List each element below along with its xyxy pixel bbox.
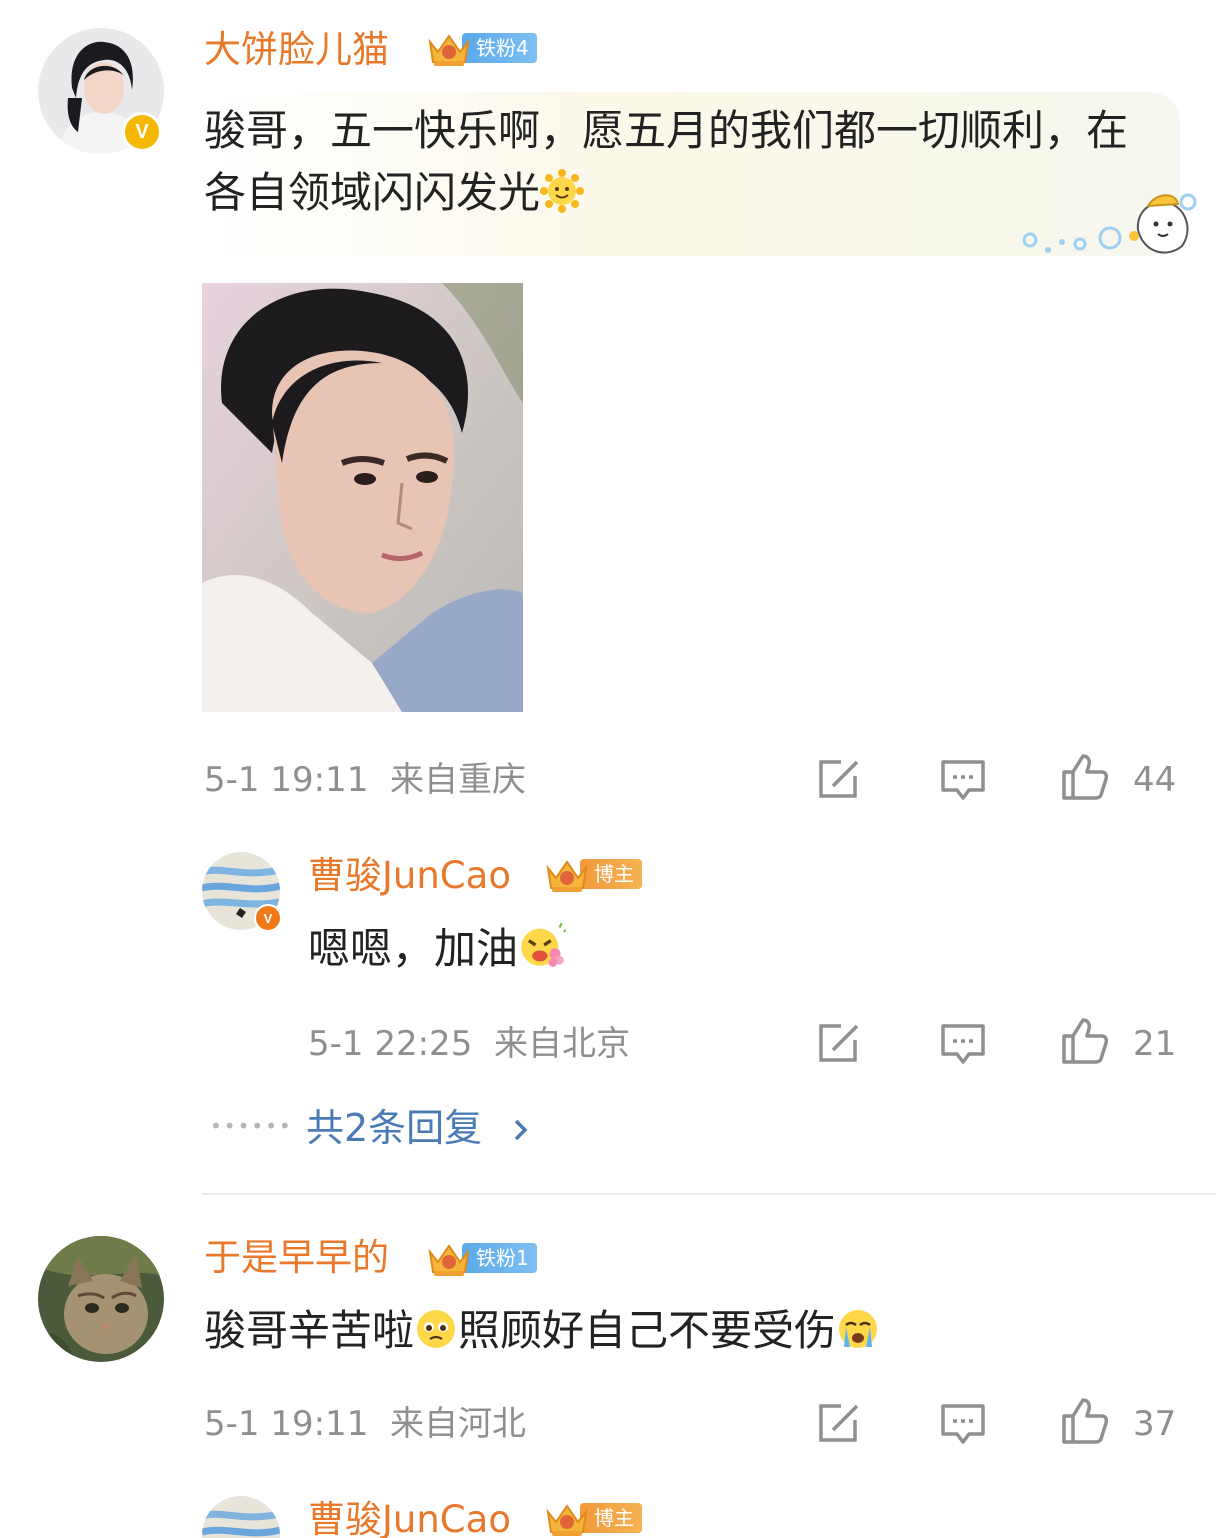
crown-icon <box>428 34 470 66</box>
verified-icon: V <box>254 904 282 932</box>
fan-badge[interactable]: 铁粉1 <box>426 1242 537 1276</box>
like-count: 44 <box>1133 760 1177 800</box>
comment-icon[interactable] <box>939 1400 987 1448</box>
fan-badge[interactable]: 铁粉4 <box>426 32 537 66</box>
comment-meta: 5-1 19:11 来自河北 <box>204 1404 526 1444</box>
sun-emoji-icon <box>540 169 585 213</box>
crown-icon <box>428 1244 470 1276</box>
blogger-badge: 博主 <box>544 1502 642 1536</box>
reply-username[interactable]: 曹骏JunCao <box>308 854 511 898</box>
avatar[interactable] <box>38 1236 164 1362</box>
like-count: 37 <box>1133 1404 1177 1444</box>
chevron-right-icon <box>515 1119 528 1141</box>
cheer-emoji-icon <box>521 922 567 967</box>
crown-icon <box>546 860 588 892</box>
pleading-emoji-icon <box>417 1310 456 1348</box>
like-icon[interactable] <box>1060 1396 1108 1444</box>
crying-emoji-icon <box>839 1310 878 1348</box>
reply-text: 嗯嗯，加油 <box>308 918 567 980</box>
reply-avatar[interactable] <box>202 1496 280 1538</box>
username[interactable]: 于是早早的 <box>204 1236 389 1280</box>
comment-image[interactable] <box>202 283 523 712</box>
comment-icon[interactable] <box>939 1020 987 1068</box>
comment-meta: 5-1 19:11 来自重庆 <box>204 760 526 800</box>
like-count: 21 <box>1133 1024 1177 1064</box>
crown-icon <box>546 1504 588 1536</box>
avatar[interactable]: V <box>38 28 164 154</box>
reply-meta: 5-1 22:25 来自北京 <box>308 1024 630 1064</box>
blogger-badge: 博主 <box>544 858 642 892</box>
like-icon[interactable] <box>1060 752 1108 800</box>
reply-username[interactable]: 曹骏JunCao <box>308 1498 511 1538</box>
username[interactable]: 大饼脸儿猫 <box>204 28 389 72</box>
more-replies-link[interactable]: 共2条回复 <box>306 1106 536 1150</box>
repost-icon[interactable] <box>815 754 863 802</box>
divider <box>202 1193 1216 1195</box>
repost-icon[interactable] <box>815 1018 863 1066</box>
like-icon[interactable] <box>1060 1016 1108 1064</box>
comment-icon[interactable] <box>939 756 987 804</box>
repost-icon[interactable] <box>815 1398 863 1446</box>
reply-avatar[interactable]: V <box>202 852 282 932</box>
verified-icon: V <box>122 112 162 152</box>
dots-divider: •••••• <box>210 1114 293 1138</box>
comment-text: 骏哥辛苦啦 照顾好自己不要受伤 <box>204 1300 1184 1362</box>
comment-text: 骏哥，五一快乐啊，愿五月的我们都一切顺利，在各自领域闪闪发光 <box>204 106 1129 217</box>
